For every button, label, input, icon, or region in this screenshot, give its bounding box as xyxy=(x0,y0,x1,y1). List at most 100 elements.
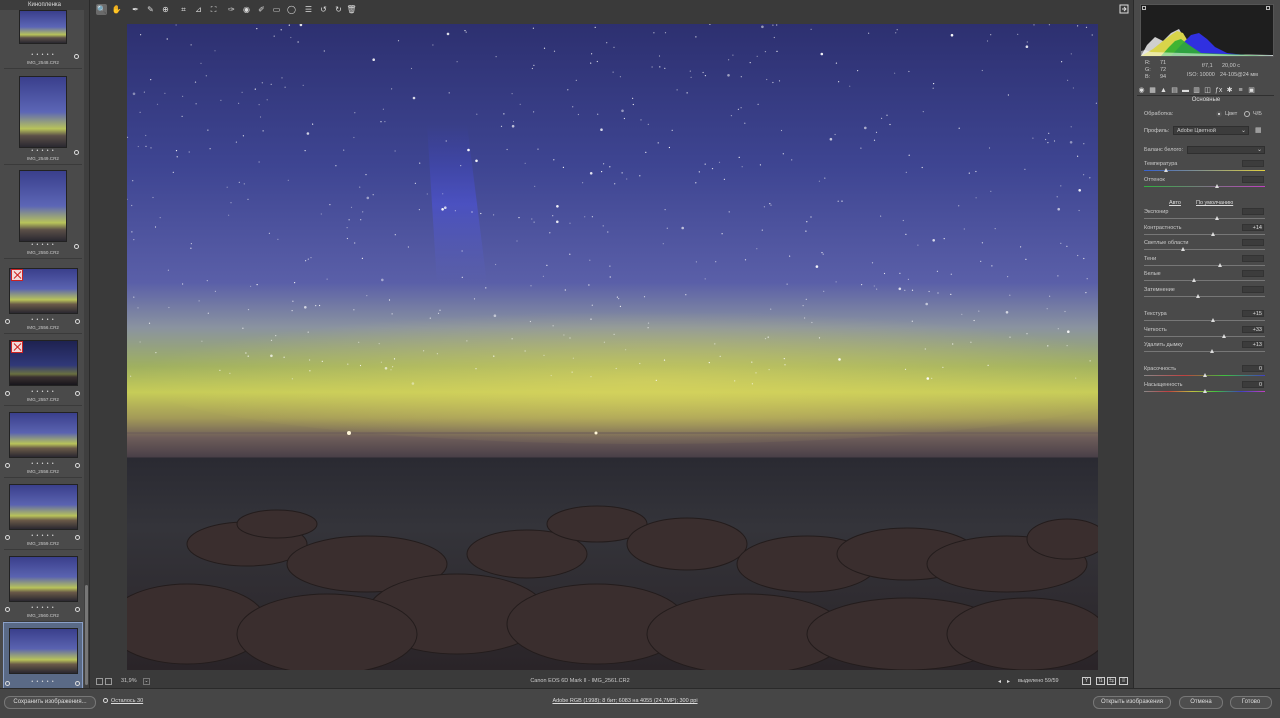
slider-value-input[interactable]: +13 xyxy=(1242,341,1264,349)
workflow-options-link[interactable]: Adobe RGB (1998); 8 бит; 6083 на 4055 (2… xyxy=(500,698,750,704)
auto-button[interactable]: Авто xyxy=(1169,200,1181,206)
effects-tab-icon[interactable]: ƒx xyxy=(1215,87,1222,94)
slider-track[interactable] xyxy=(1144,320,1265,321)
cancel-button[interactable]: Отмена xyxy=(1179,696,1223,709)
processing-bw-radio[interactable] xyxy=(1244,111,1250,117)
save-images-button[interactable]: Сохранить изображения... xyxy=(4,696,96,709)
slider-thumb[interactable] xyxy=(1202,373,1207,377)
tone-curve-tab-icon[interactable]: ▦ xyxy=(1149,87,1156,94)
trash-icon[interactable]: 🗑 xyxy=(346,4,357,15)
hsl-tab-icon[interactable]: ▤ xyxy=(1171,87,1178,94)
rating-stars[interactable]: • • • • • xyxy=(4,389,82,395)
radial-filter-icon[interactable]: ◯ xyxy=(286,4,297,15)
slider-value-input[interactable] xyxy=(1242,254,1264,262)
adjustment-brush-icon[interactable]: ✐ xyxy=(256,4,267,15)
white-balance-icon[interactable]: ✒ xyxy=(130,4,141,15)
slider-track[interactable] xyxy=(1144,264,1265,266)
rating-stars[interactable]: • • • • • xyxy=(4,533,82,539)
rating-stars[interactable]: • • • • • xyxy=(4,148,82,154)
toggle-settings-icon[interactable]: ≡ xyxy=(1119,677,1128,685)
default-button[interactable]: По умолчанию xyxy=(1196,200,1233,206)
straighten-icon[interactable]: ⊿ xyxy=(193,4,204,15)
split-toning-tab-icon[interactable]: ▬ xyxy=(1182,87,1189,94)
slider-thumb[interactable] xyxy=(1210,231,1215,236)
before-after-icon[interactable]: Y xyxy=(1082,677,1091,685)
crop-icon[interactable]: ⌗ xyxy=(178,4,189,15)
preferences-icon[interactable]: ☰ xyxy=(303,4,314,15)
rating-stars[interactable]: • • • • • xyxy=(4,52,82,58)
slider-track[interactable] xyxy=(1144,218,1265,219)
slider-track[interactable] xyxy=(1144,233,1265,235)
slider-thumb[interactable] xyxy=(1209,349,1214,354)
rating-stars[interactable]: • • • • • xyxy=(4,317,82,323)
filmstrip-thumbnail[interactable]: • • • • • IMG_2557.CR2 xyxy=(4,335,82,406)
detail-tab-icon[interactable]: ▲ xyxy=(1160,87,1167,94)
slider-thumb[interactable] xyxy=(1221,333,1226,338)
slider-thumb[interactable] xyxy=(1214,216,1219,220)
slider-track[interactable] xyxy=(1144,186,1265,187)
rating-stars[interactable]: • • • • • xyxy=(4,679,82,685)
white-balance-select[interactable]: ⌄ xyxy=(1187,146,1265,154)
done-button[interactable]: Готово xyxy=(1230,696,1272,709)
highlight-clipping-icon[interactable] xyxy=(1266,6,1270,10)
profile-select[interactable]: Adobe Цветной ⌄ xyxy=(1173,126,1249,135)
slider-value-input[interactable] xyxy=(1242,208,1264,215)
profile-browser-icon[interactable]: ▦ xyxy=(1255,127,1264,134)
prev-image-icon[interactable]: ◂ xyxy=(998,678,1001,685)
red-eye-icon[interactable]: ◉ xyxy=(241,4,252,15)
slider-track[interactable] xyxy=(1144,296,1265,297)
filmstrip-thumbnail[interactable]: • • • • • IMG_2550.CR2 xyxy=(4,166,82,259)
rotate-right-icon[interactable]: ↻ xyxy=(333,4,344,15)
spot-removal-icon[interactable]: ✑ xyxy=(226,4,237,15)
slider-track[interactable] xyxy=(1144,351,1265,353)
filmstrip-scrollbar-thumb[interactable] xyxy=(85,585,88,685)
slider-thumb[interactable] xyxy=(1202,388,1207,393)
color-sampler-icon[interactable]: ✎ xyxy=(145,4,156,15)
rating-stars[interactable]: • • • • • xyxy=(4,461,82,467)
rating-stars[interactable]: • • • • • xyxy=(4,242,82,248)
presets-tab-icon[interactable]: ≡ xyxy=(1237,87,1244,94)
slider-value-input[interactable]: +15 xyxy=(1242,310,1264,317)
slider-value-input[interactable] xyxy=(1242,176,1264,183)
zoom-level[interactable]: 31,9% xyxy=(121,678,137,684)
transform-tab-icon[interactable]: ◫ xyxy=(1204,87,1211,94)
transform-icon[interactable]: ⛶ xyxy=(208,4,219,15)
shadow-clipping-icon[interactable] xyxy=(1142,6,1146,10)
slider-thumb[interactable] xyxy=(1191,278,1196,283)
rejected-flag-icon[interactable] xyxy=(11,341,23,353)
filmstrip-thumbnail[interactable]: • • • • • IMG_2560.CR2 xyxy=(4,551,82,622)
slider-track[interactable] xyxy=(1144,170,1265,171)
main-photo[interactable] xyxy=(127,24,1098,670)
processing-color-radio[interactable] xyxy=(1216,111,1222,117)
slider-thumb[interactable] xyxy=(1210,318,1215,322)
filmstrip-thumbnail[interactable]: • • • • • IMG_2559.CR2 xyxy=(4,479,82,550)
snapshots-tab-icon[interactable]: ▣ xyxy=(1248,87,1255,94)
slider-value-input[interactable] xyxy=(1242,160,1264,167)
filmstrip-thumbnail[interactable]: • • • • • IMG_2558.CR2 xyxy=(4,407,82,478)
slider-value-input[interactable]: 0 xyxy=(1242,380,1264,388)
rating-stars[interactable]: • • • • • xyxy=(4,605,82,611)
slider-value-input[interactable] xyxy=(1242,286,1264,293)
slider-value-input[interactable]: 0 xyxy=(1242,365,1264,372)
slider-thumb[interactable] xyxy=(1180,247,1185,252)
filmstrip-thumbnail[interactable]: • • • • • IMG_2548.CR2 xyxy=(4,10,82,69)
slider-value-input[interactable] xyxy=(1242,270,1264,278)
zoom-icon[interactable]: 🔍 xyxy=(96,4,107,15)
graduated-filter-icon[interactable]: ▭ xyxy=(271,4,282,15)
slider-value-input[interactable] xyxy=(1242,239,1264,247)
slider-thumb[interactable] xyxy=(1163,168,1168,172)
next-image-icon[interactable]: ▸ xyxy=(1007,678,1010,685)
slider-track[interactable] xyxy=(1144,280,1265,282)
copy-settings-icon[interactable]: ⇆ xyxy=(1107,677,1116,685)
slider-track[interactable] xyxy=(1144,249,1265,251)
open-images-button[interactable]: Открыть изображения xyxy=(1093,696,1171,709)
zoom-dropdown-icon[interactable]: ⌄ xyxy=(143,678,150,685)
filmstrip-thumbnail[interactable]: • • • • •IMG_2561.CR2 xyxy=(3,622,83,697)
slider-track[interactable] xyxy=(1144,335,1265,337)
single-view-icon[interactable] xyxy=(96,678,103,685)
slider-thumb[interactable] xyxy=(1196,294,1201,298)
rotate-left-icon[interactable]: ↺ xyxy=(318,4,329,15)
target-adjust-icon[interactable]: ⊕ xyxy=(160,4,171,15)
rejected-flag-icon[interactable] xyxy=(11,269,23,281)
fullscreen-icon[interactable] xyxy=(1118,4,1129,15)
